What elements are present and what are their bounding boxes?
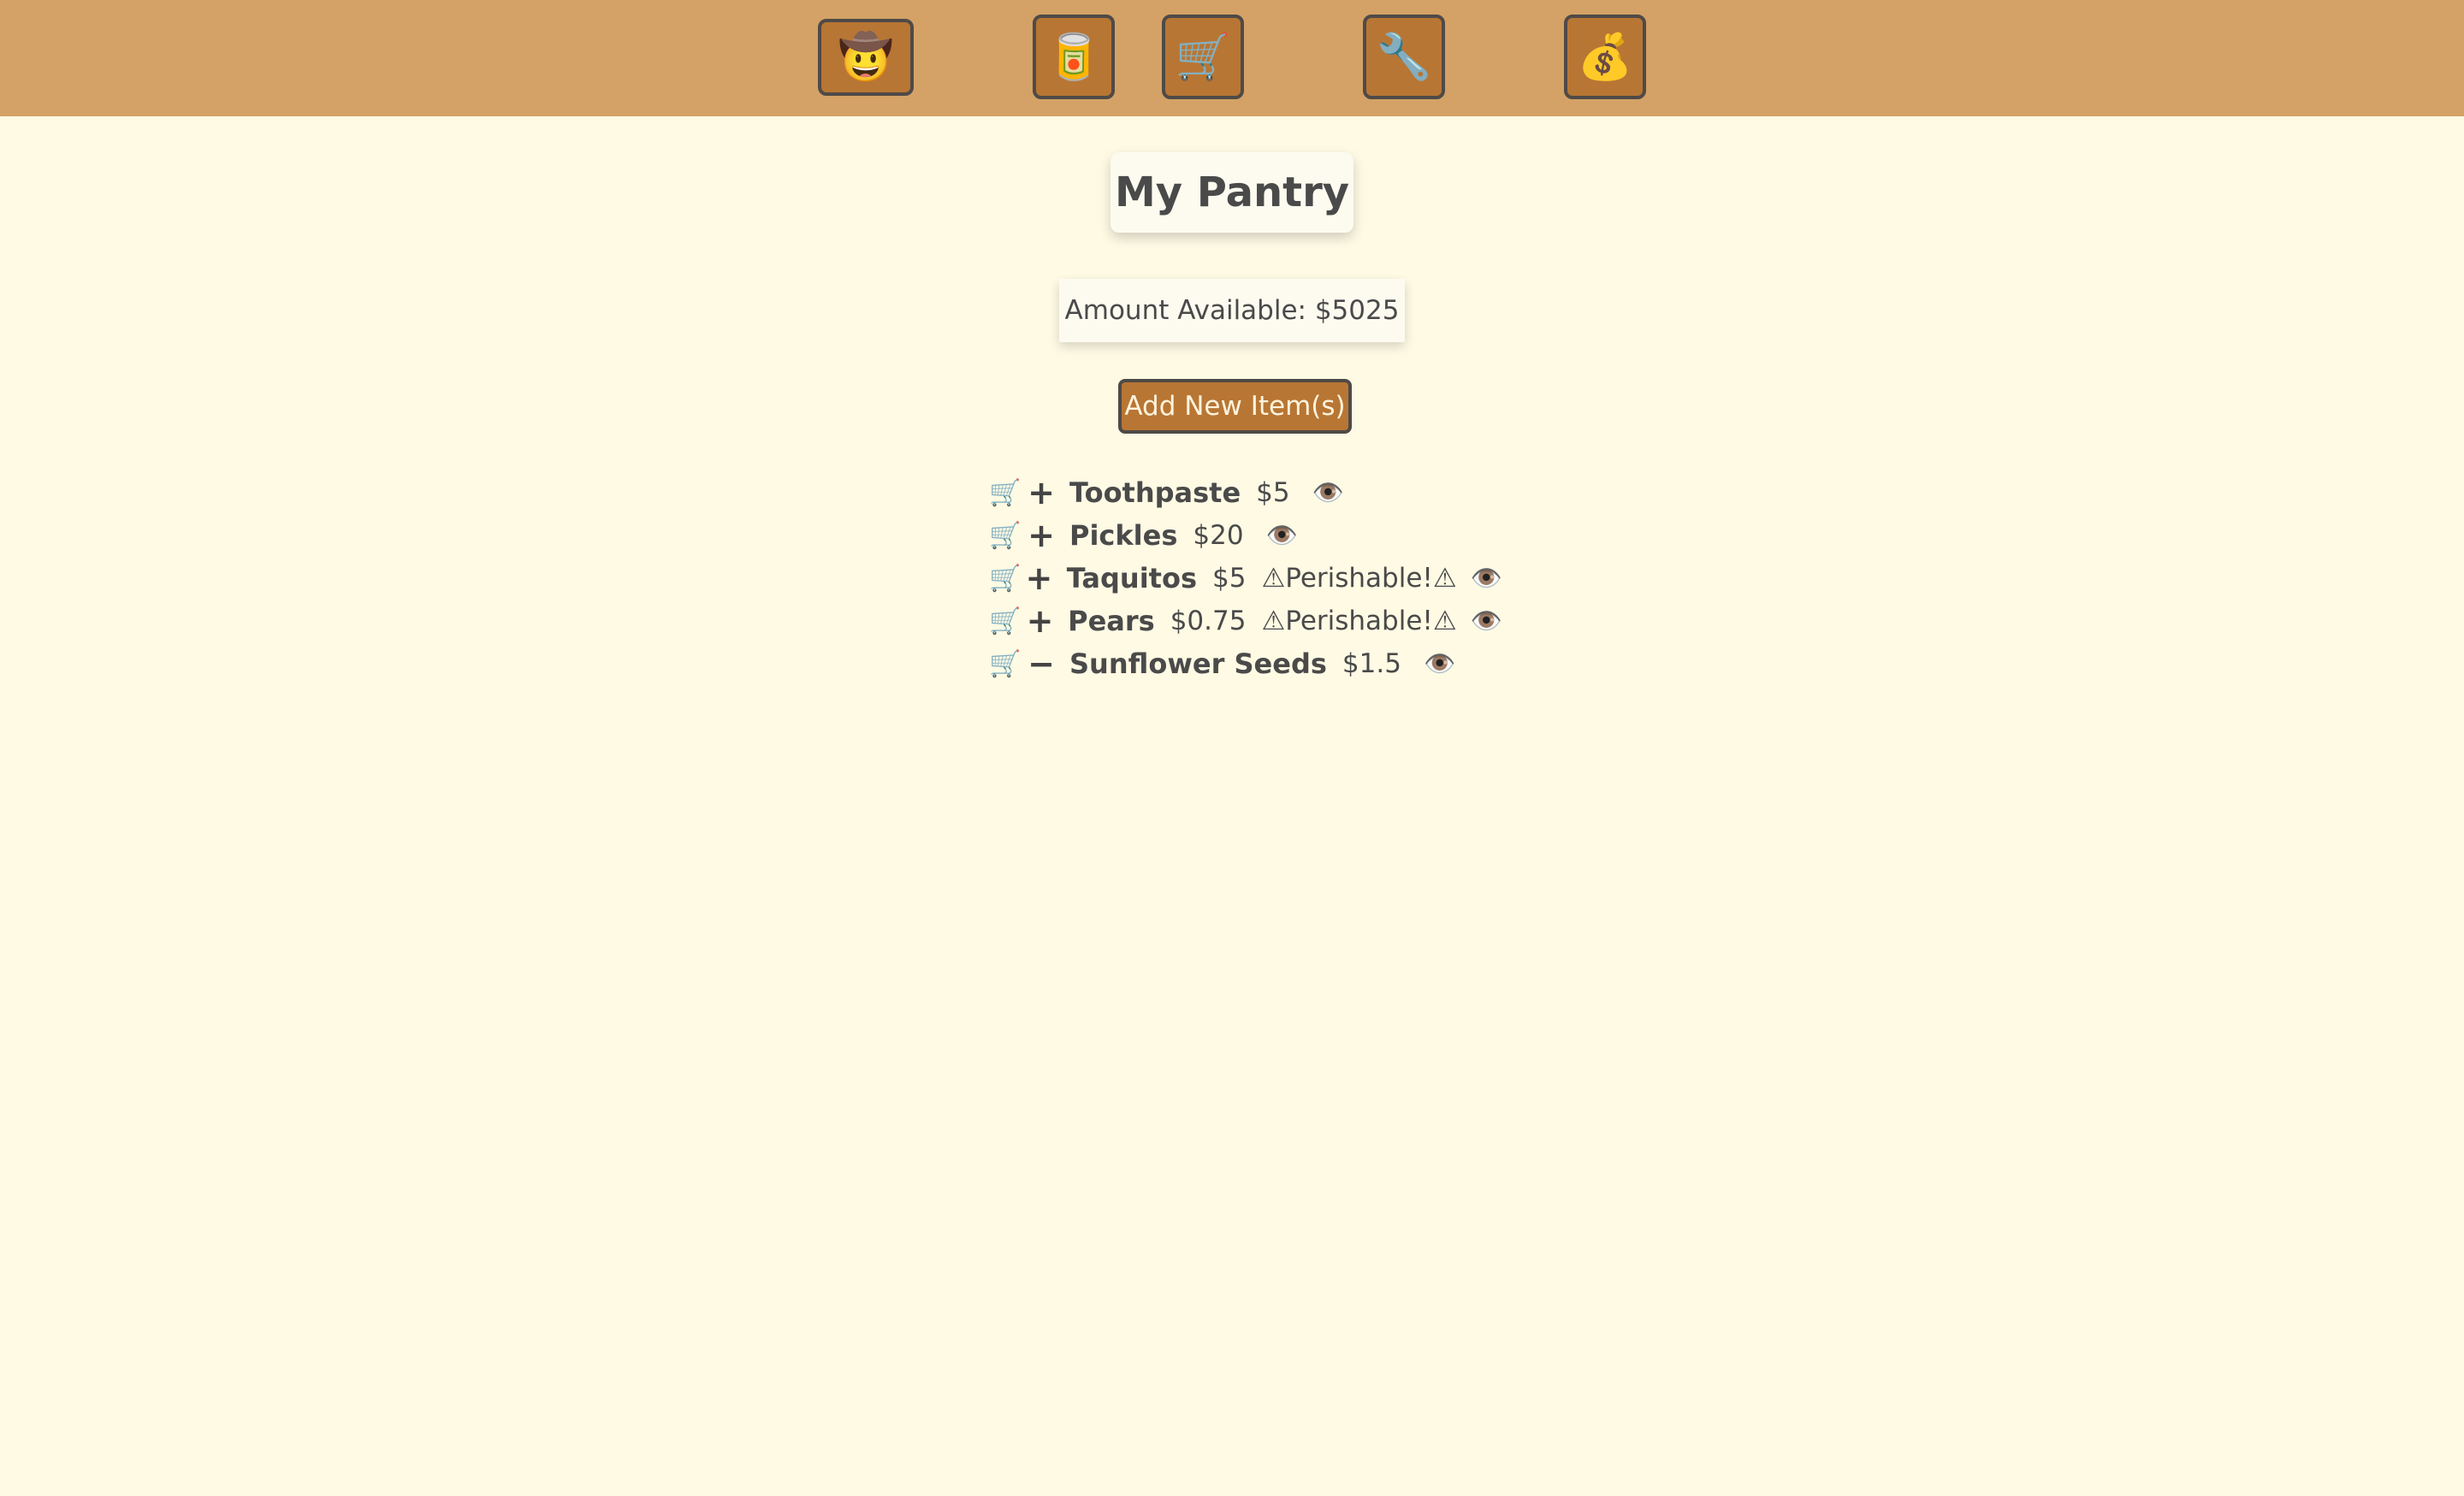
- cowboy-hat-icon: 🤠: [838, 32, 894, 83]
- eye-icon[interactable]: 👁️: [1424, 649, 1455, 679]
- add-to-cart-icon[interactable]: 🛒: [989, 521, 1023, 551]
- nav-button-settings[interactable]: 🔧: [1363, 15, 1445, 99]
- money-bag-icon: 💰: [1577, 31, 1633, 83]
- item-price: $20: [1193, 520, 1244, 551]
- eye-icon[interactable]: 👁️: [1312, 478, 1344, 508]
- amount-available: Amount Available: $5025: [1059, 279, 1405, 342]
- list-item: 🛒 + Taquitos $5 ⚠Perishable!⚠ 👁️: [989, 557, 1502, 600]
- pantry-item-list: 🛒 + Toothpaste $5 👁️ 🛒 + Pickles $20 👁️ …: [989, 471, 1502, 685]
- list-item: 🛒 − Sunflower Seeds $1.5 👁️: [989, 642, 1502, 685]
- plus-icon[interactable]: +: [1027, 517, 1056, 554]
- item-price: $0.75: [1170, 606, 1247, 636]
- add-to-cart-icon[interactable]: 🛒: [989, 564, 1022, 594]
- item-price: $5: [1256, 477, 1290, 508]
- item-name: Toothpaste: [1069, 476, 1241, 509]
- list-item: 🛒 + Toothpaste $5 👁️: [989, 471, 1502, 514]
- add-new-items-button[interactable]: Add New Item(s): [1118, 379, 1352, 434]
- page-title: My Pantry: [1111, 152, 1353, 233]
- item-name: Taquitos: [1066, 562, 1197, 594]
- nav-button-cart[interactable]: 🛒: [1162, 15, 1244, 99]
- eye-icon[interactable]: 👁️: [1471, 606, 1502, 636]
- plus-icon[interactable]: +: [1027, 474, 1056, 511]
- minus-icon[interactable]: −: [1027, 645, 1056, 683]
- wrench-icon: 🔧: [1376, 31, 1432, 83]
- shopping-cart-icon: 🛒: [1175, 31, 1231, 83]
- add-to-cart-icon[interactable]: 🛒: [989, 606, 1022, 636]
- eye-icon[interactable]: 👁️: [1471, 564, 1502, 594]
- can-icon: 🥫: [1045, 31, 1102, 83]
- item-price: $5: [1212, 563, 1247, 594]
- add-to-cart-icon[interactable]: 🛒: [989, 649, 1023, 679]
- nav-button-profile[interactable]: 🤠: [818, 19, 914, 96]
- top-navbar: 🤠 🥫 🛒 🔧 💰: [0, 0, 2464, 116]
- item-name: Pears: [1068, 605, 1155, 637]
- nav-button-pantry[interactable]: 🥫: [1033, 15, 1115, 99]
- plus-icon[interactable]: +: [1025, 559, 1053, 597]
- perishable-warning: ⚠Perishable!⚠: [1261, 606, 1457, 636]
- eye-icon[interactable]: 👁️: [1266, 521, 1298, 551]
- item-name: Sunflower Seeds: [1069, 647, 1327, 680]
- nav-button-budget[interactable]: 💰: [1564, 15, 1646, 99]
- add-to-cart-icon[interactable]: 🛒: [989, 478, 1023, 508]
- item-name: Pickles: [1069, 519, 1178, 552]
- list-item: 🛒 + Pears $0.75 ⚠Perishable!⚠ 👁️: [989, 600, 1502, 642]
- plus-icon[interactable]: +: [1026, 602, 1054, 640]
- item-price: $1.5: [1342, 648, 1401, 679]
- list-item: 🛒 + Pickles $20 👁️: [989, 514, 1502, 557]
- perishable-warning: ⚠Perishable!⚠: [1261, 563, 1457, 594]
